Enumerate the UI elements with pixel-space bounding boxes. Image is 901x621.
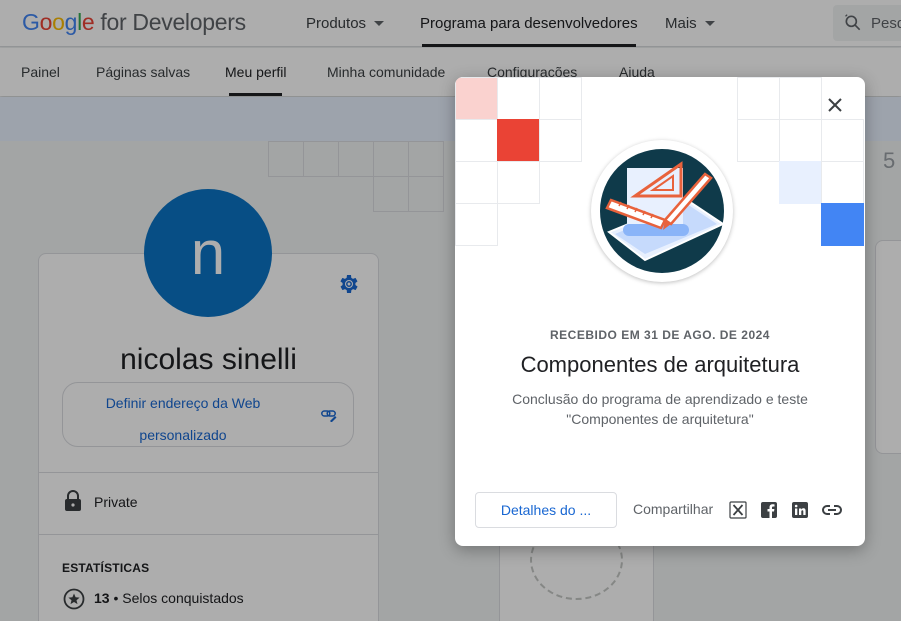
- architecture-badge-icon: [596, 145, 728, 277]
- decor-tile: [779, 119, 822, 162]
- close-icon: [828, 98, 842, 112]
- decor-tile: [821, 161, 864, 204]
- badge-dialog: RECEBIDO EM 31 DE AGO. DE 2024 Component…: [455, 77, 865, 546]
- share-x-button[interactable]: [728, 500, 748, 520]
- share-linkedin-button[interactable]: [790, 500, 810, 520]
- facebook-icon: [761, 502, 777, 518]
- decor-tile: [497, 161, 540, 204]
- decor-tile: [821, 119, 864, 162]
- decor-tile: [455, 161, 498, 204]
- x-icon: [729, 501, 747, 519]
- badge-description: Conclusão do programa de aprendizado e t…: [512, 391, 808, 427]
- close-button[interactable]: [822, 92, 848, 118]
- decor-tile: [455, 119, 498, 162]
- decor-tile: [737, 119, 780, 162]
- decor-tile: [497, 77, 540, 120]
- decor-tile: [821, 203, 864, 246]
- received-date: RECEBIDO EM 31 DE AGO. DE 2024: [550, 328, 770, 342]
- share-link-button[interactable]: [821, 500, 843, 520]
- decor-tile: [539, 77, 582, 120]
- badge-image: [591, 140, 733, 282]
- decor-tile: [455, 203, 498, 246]
- badge-title: Componentes de arquitetura: [520, 352, 800, 377]
- share-label: Compartilhar: [633, 501, 714, 517]
- decor-tile: [779, 161, 822, 204]
- decor-tile: [737, 77, 780, 120]
- decor-tile: [455, 77, 498, 120]
- decor-tile: [779, 77, 822, 120]
- details-button[interactable]: Detalhes do ...: [475, 492, 617, 528]
- decor-tile: [539, 119, 582, 162]
- decor-tile: [497, 119, 540, 162]
- linkedin-icon: [792, 502, 808, 518]
- link-icon: [822, 505, 842, 515]
- share-facebook-button[interactable]: [759, 500, 779, 520]
